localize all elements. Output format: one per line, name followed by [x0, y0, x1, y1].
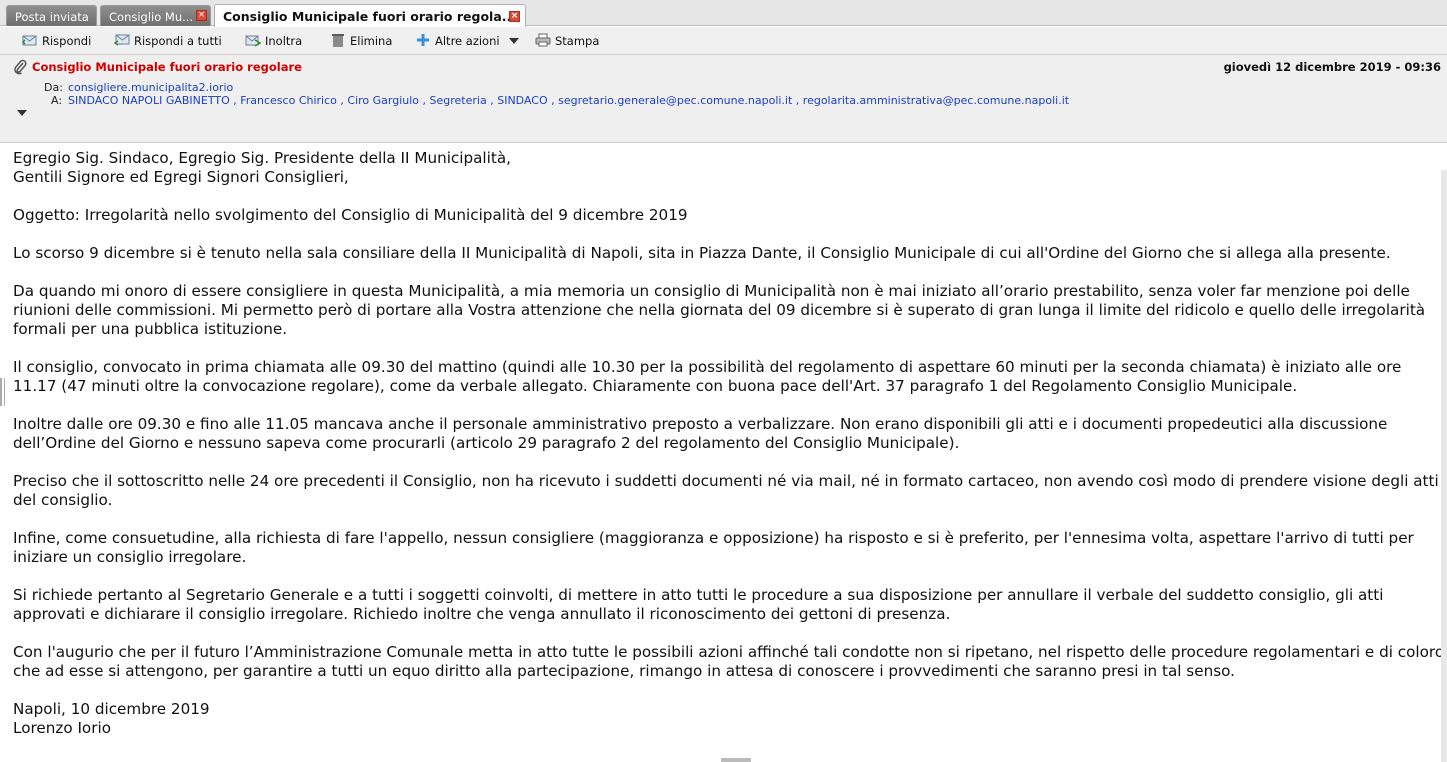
tab-sent-mail[interactable]: Posta inviata	[6, 5, 97, 26]
pane-resize-handle[interactable]	[0, 378, 5, 406]
paragraph: Si richiede pertanto al Segretario Gener…	[13, 586, 1384, 623]
tab-label: Posta inviata	[15, 10, 89, 24]
chevron-down-icon	[509, 38, 520, 44]
message-toolbar: Rispondi Rispondi a tutti Inoltra Elimin…	[0, 27, 1447, 55]
trash-icon	[332, 34, 344, 47]
recipient-link[interactable]: segretario.generale@pec.comune.napoli.it	[558, 94, 792, 107]
plus-icon	[417, 34, 429, 46]
greeting-line-1: Egregio Sig. Sindaco, Egregio Sig. Presi…	[13, 149, 511, 167]
recipient-separator: ,	[336, 94, 348, 107]
tab-message-2[interactable]: Consiglio Municipale fuori orario regola…	[214, 4, 526, 27]
tab-bar: Posta inviata Consiglio Mu... × Consiglio…	[0, 0, 1447, 27]
recipient-separator: ,	[547, 94, 559, 107]
place-date: Napoli, 10 dicembre 2019	[13, 700, 210, 718]
tab-message-1[interactable]: Consiglio Mu... ×	[100, 5, 211, 26]
more-actions-button[interactable]: Altre azioni	[415, 33, 520, 48]
recipient-link[interactable]: SINDACO	[497, 94, 547, 107]
paperclip-icon	[14, 59, 27, 75]
paragraph: Il consiglio, convocato in prima chiamat…	[13, 358, 1402, 395]
paragraph: Con l'augurio che per il futuro l’Ammini…	[13, 643, 1445, 680]
signature: Lorenzo Iorio	[13, 719, 111, 737]
expand-header-icon[interactable]	[17, 109, 27, 117]
recipient-separator: ,	[229, 94, 241, 107]
tab-label: Consiglio Municipale fuori orario regola…	[223, 9, 516, 24]
recipient-link[interactable]: Francesco Chirico	[240, 94, 337, 107]
reply-label: Rispondi	[42, 34, 92, 48]
close-icon[interactable]: ×	[509, 11, 520, 22]
print-button[interactable]: Stampa	[535, 33, 599, 48]
from-address[interactable]: consigliere.municipalita2.iorio	[68, 81, 233, 94]
tab-label: Consiglio Mu...	[109, 10, 194, 24]
reply-all-label: Rispondi a tutti	[134, 34, 222, 48]
message-date: giovedì 12 dicembre 2019 - 09:36	[1223, 60, 1441, 74]
subject-line: Oggetto: Irregolarità nello svolgimento …	[13, 206, 688, 224]
reply-all-button[interactable]: Rispondi a tutti	[114, 33, 222, 48]
recipient-link[interactable]: SINDACO NAPOLI GABINETTO	[68, 94, 230, 107]
print-label: Stampa	[555, 34, 600, 48]
forward-button[interactable]: Inoltra	[245, 33, 302, 48]
reply-icon	[22, 35, 37, 46]
paragraph: Preciso che il sottoscritto nelle 24 ore…	[13, 472, 1439, 509]
close-icon[interactable]: ×	[196, 10, 207, 21]
vertical-scrollbar[interactable]	[1441, 170, 1447, 762]
paragraph: Infine, come consuetudine, alla richiest…	[13, 529, 1414, 566]
recipient-link[interactable]: Ciro Gargiulo	[347, 94, 419, 107]
to-label: A:	[51, 94, 63, 107]
recipient-link[interactable]: regolarita.amministrativa@pec.comune.nap…	[803, 94, 1069, 107]
recipient-link[interactable]: Segreteria	[430, 94, 487, 107]
reply-all-icon	[114, 34, 130, 46]
message-header: Consiglio Municipale fuori orario regola…	[0, 55, 1447, 143]
message-subject: Consiglio Municipale fuori orario regola…	[32, 60, 302, 74]
message-body: Egregio Sig. Sindaco, Egregio Sig. Presi…	[0, 144, 1447, 762]
reply-button[interactable]: Rispondi	[22, 33, 91, 48]
paragraph: Lo scorso 9 dicembre si è tenuto nella s…	[13, 244, 1391, 262]
forward-icon	[245, 35, 261, 47]
recipient-separator: ,	[486, 94, 498, 107]
delete-label: Elimina	[350, 34, 393, 48]
paragraph: Inoltre dalle ore 09.30 e fino alle 11.0…	[13, 415, 1388, 452]
recipient-separator: ,	[419, 94, 430, 107]
delete-button[interactable]: Elimina	[330, 33, 392, 48]
from-label: Da:	[44, 81, 63, 94]
greeting-line-2: Gentili Signore ed Egregi Signori Consig…	[13, 168, 349, 186]
bottom-resize-handle[interactable]	[721, 758, 751, 762]
recipient-separator: ,	[792, 94, 803, 107]
paragraph: Da quando mi onoro di essere consigliere…	[13, 282, 1426, 338]
printer-icon	[535, 33, 551, 47]
forward-label: Inoltra	[265, 34, 303, 48]
recipients-list: SINDACO NAPOLI GABINETTO , Francesco Chi…	[68, 94, 1069, 107]
more-actions-label: Altre azioni	[435, 34, 500, 48]
